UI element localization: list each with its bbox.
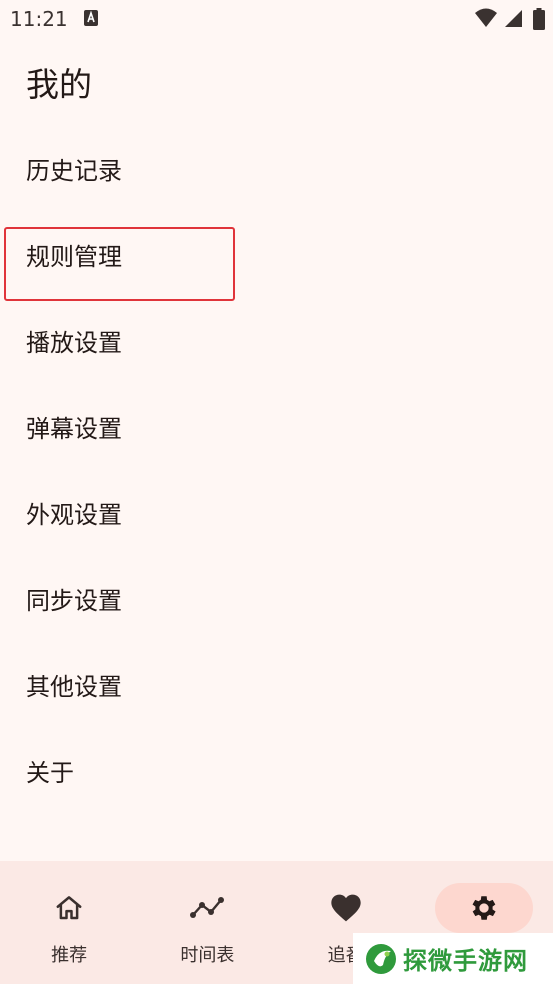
nav-icon-container (20, 883, 118, 933)
battery-icon (533, 8, 545, 30)
notification-a-icon (84, 10, 98, 26)
nav-label: 时间表 (180, 945, 235, 966)
wifi-icon (474, 8, 497, 27)
menu-item-danmaku-settings[interactable]: 弹幕设置 (0, 383, 553, 469)
watermark: 探微手游网 (353, 933, 553, 984)
highlight-annotation (4, 227, 235, 301)
timeline-icon (190, 897, 225, 918)
status-icons (474, 8, 545, 30)
menu-item-history[interactable]: 历史记录 (0, 125, 553, 211)
menu-item-playback-settings[interactable]: 播放设置 (0, 297, 553, 383)
nav-tab-recommend[interactable]: 推荐 (0, 861, 138, 984)
watermark-text: 探微手游网 (403, 947, 528, 975)
menu-item-about[interactable]: 关于 (0, 727, 553, 813)
home-icon (56, 896, 82, 920)
nav-icon-container (158, 883, 256, 933)
heart-icon (330, 894, 361, 922)
watermark-logo-icon (366, 943, 396, 974)
nav-tab-timetable[interactable]: 时间表 (138, 861, 276, 984)
status-time: 11:21 (10, 7, 68, 31)
page-title: 我的 (26, 65, 92, 104)
menu-item-other-settings[interactable]: 其他设置 (0, 641, 553, 727)
menu-item-appearance-settings[interactable]: 外观设置 (0, 469, 553, 555)
menu-item-sync-settings[interactable]: 同步设置 (0, 555, 553, 641)
gear-icon (472, 896, 496, 920)
nav-icon-container (297, 883, 395, 933)
nav-icon-container-active (434, 883, 533, 933)
nav-label: 推荐 (51, 945, 88, 966)
signal-icon (504, 10, 522, 27)
status-bar: 11:21 (0, 0, 553, 38)
